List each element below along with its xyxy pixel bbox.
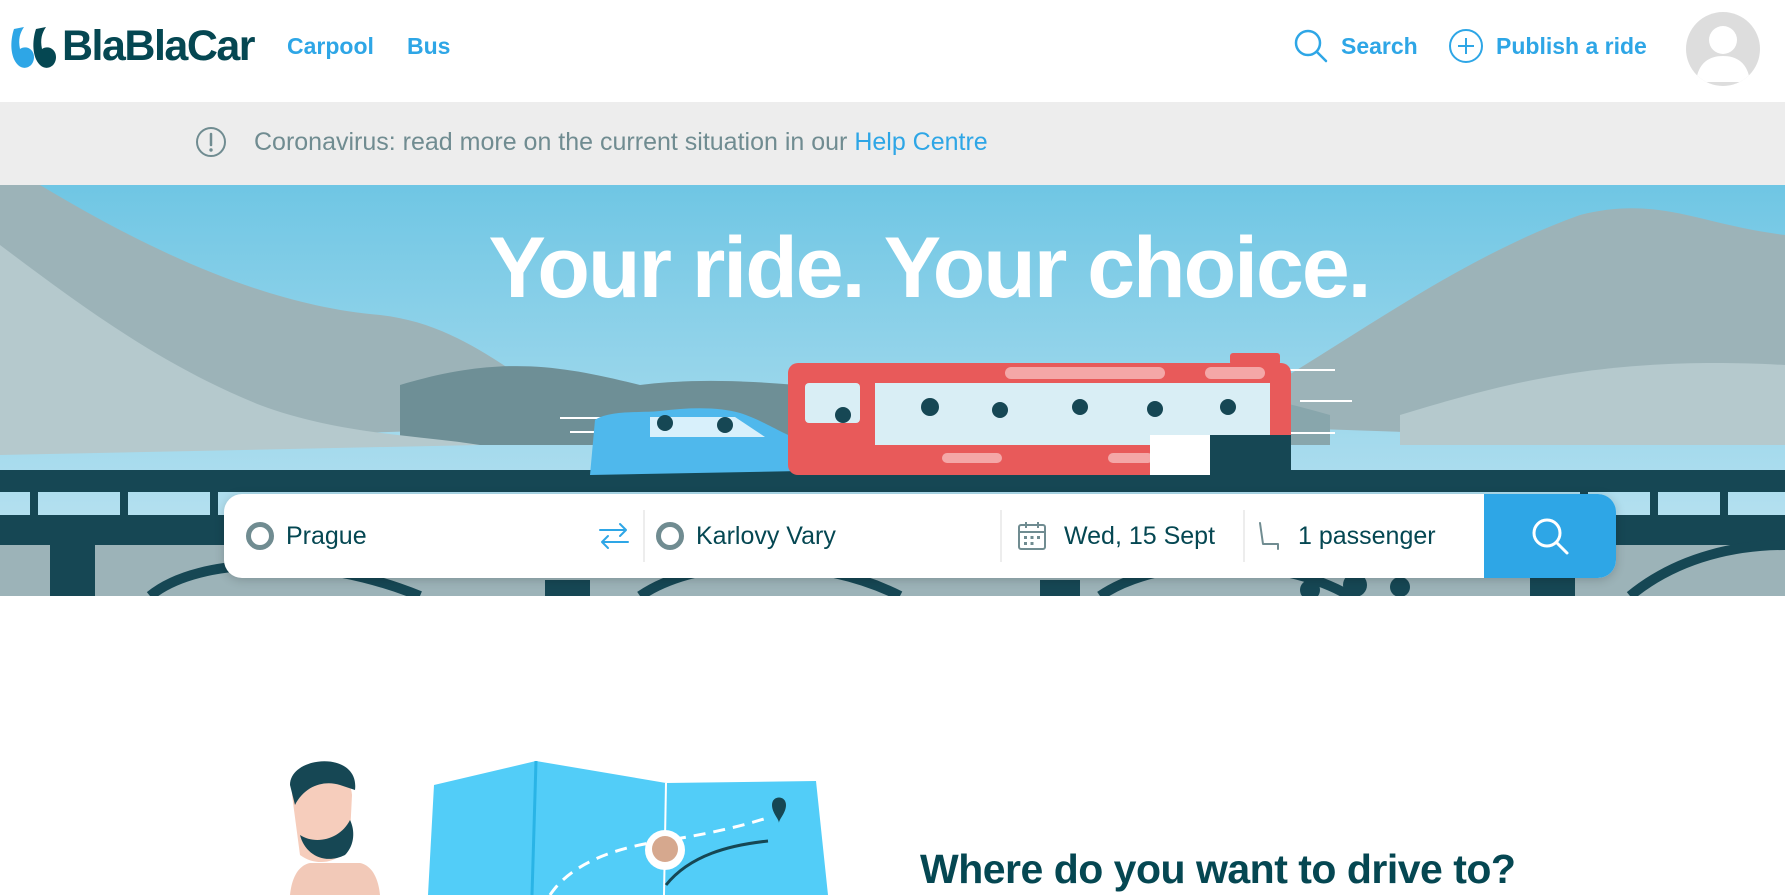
divider xyxy=(643,510,645,562)
nav-carpool-link[interactable]: Carpool xyxy=(287,33,374,60)
info-icon xyxy=(196,127,226,157)
divider xyxy=(1243,510,1245,562)
date-value: Wed, 15 Sept xyxy=(1064,521,1216,550)
ride-search-bar: Prague Karlovy Vary Wed, 15 Sept 1 passe… xyxy=(224,494,1616,578)
publish-ride-label: Publish a ride xyxy=(1496,32,1647,59)
nav-bus-link[interactable]: Bus xyxy=(407,33,450,60)
logo-mark-icon xyxy=(11,26,56,68)
top-header: BlaBlaCar Carpool Bus Search Publish a r… xyxy=(0,0,1785,102)
section-title: Where do you want to drive to? xyxy=(920,846,1516,892)
seat-icon xyxy=(1259,522,1279,550)
passenger-value: 1 passenger xyxy=(1298,521,1436,550)
hero-title: Your ride. Your choice. xyxy=(488,220,1371,316)
header-search-button[interactable]: Search xyxy=(1293,28,1418,64)
blablacar-logo[interactable]: BlaBlaCar xyxy=(8,22,256,71)
search-submit-button[interactable] xyxy=(1484,494,1616,578)
departure-dot-icon xyxy=(246,522,274,550)
destination-dot-icon xyxy=(656,522,684,550)
departure-field[interactable]: Prague xyxy=(246,494,367,578)
calendar-icon xyxy=(1018,522,1046,550)
publish-ride-button[interactable]: Publish a ride xyxy=(1448,28,1647,64)
notice-text: Coronavirus: read more on the current si… xyxy=(254,128,988,157)
departure-value: Prague xyxy=(286,521,367,550)
divider xyxy=(1000,510,1002,562)
plus-circle-icon xyxy=(1449,29,1483,63)
header-search-label: Search xyxy=(1341,32,1418,59)
user-avatar-icon xyxy=(1696,26,1750,82)
search-icon xyxy=(1294,29,1328,63)
date-field[interactable]: Wed, 15 Sept xyxy=(1016,494,1215,578)
help-centre-link[interactable]: Help Centre xyxy=(854,128,987,156)
notice-message: Coronavirus: read more on the current si… xyxy=(254,128,855,156)
swap-arrows-icon[interactable] xyxy=(596,518,632,554)
passenger-field[interactable]: 1 passenger xyxy=(1254,494,1436,578)
user-avatar-button[interactable] xyxy=(1686,12,1760,86)
destination-field[interactable]: Karlovy Vary xyxy=(656,494,836,578)
search-button-icon xyxy=(1532,518,1569,555)
destination-value: Karlovy Vary xyxy=(696,521,836,550)
driver-map-illustration xyxy=(290,760,828,895)
logo-text: BlaBlaCar xyxy=(62,22,256,70)
